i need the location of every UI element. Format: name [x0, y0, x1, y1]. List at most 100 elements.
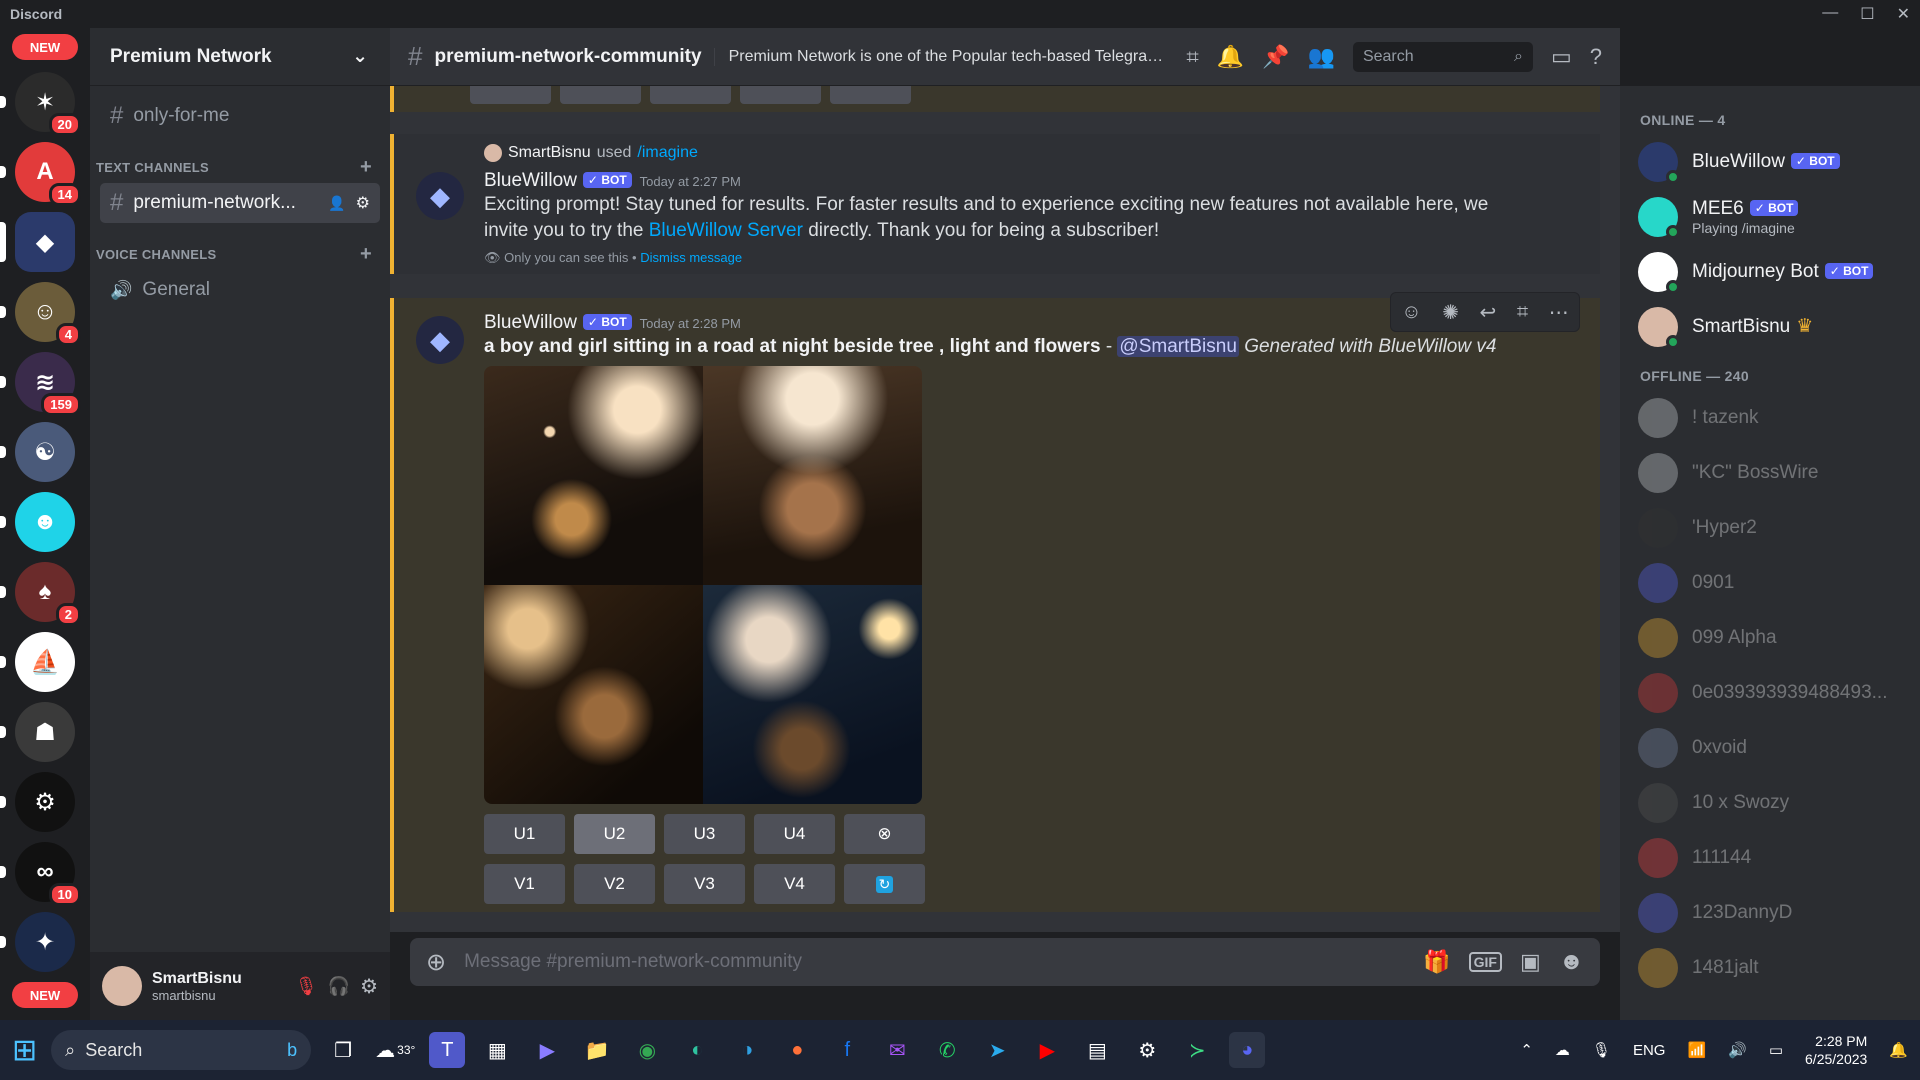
variation-button-v4[interactable]: V4 — [754, 864, 835, 904]
threads-icon[interactable]: ⌗ — [1186, 44, 1198, 70]
message-input[interactable]: Message #premium-network-community — [464, 951, 1405, 973]
server-icon-7[interactable]: ☻ — [0, 492, 75, 552]
task-view-icon[interactable]: ❐ — [325, 1032, 361, 1068]
prev-button[interactable] — [830, 86, 911, 104]
category-text-channels[interactable]: TEXT CHANNELS + — [96, 156, 372, 179]
maximize-icon[interactable]: ☐ — [1860, 4, 1874, 24]
reply-command[interactable]: /imagine — [637, 144, 697, 162]
clock[interactable]: 2:28 PM 6/25/2023 — [1805, 1032, 1867, 1068]
avatar[interactable] — [102, 966, 142, 1006]
prev-button[interactable] — [650, 86, 731, 104]
generated-image-4[interactable] — [703, 585, 922, 804]
member-item[interactable]: 111144 — [1620, 830, 1920, 885]
member-item[interactable]: SmartBisnu ♛ — [1620, 299, 1920, 354]
server-icon-6[interactable]: ☯ — [0, 422, 75, 482]
author-name[interactable]: BlueWillow — [484, 170, 577, 191]
reroll-icon[interactable]: ↻ — [844, 864, 925, 904]
window-app-icon[interactable]: ▤ — [1079, 1032, 1115, 1068]
new-badge-bottom[interactable]: NEW — [12, 982, 78, 1008]
taskbar-search[interactable]: ⌕ Search b — [51, 1030, 312, 1070]
message-composer[interactable]: ⊕ Message #premium-network-community 🎁 G… — [410, 938, 1600, 986]
voice-channel-general[interactable]: 🔊 General — [100, 270, 380, 310]
upscale-button-u1[interactable]: U1 — [484, 814, 565, 854]
category-voice-channels[interactable]: VOICE CHANNELS + — [96, 243, 372, 266]
gift-icon[interactable]: 🎁 — [1423, 949, 1450, 975]
member-item[interactable]: 0e039393939488493... — [1620, 665, 1920, 720]
microphone-icon[interactable]: 🎙 — [1592, 1041, 1611, 1059]
variation-button-v2[interactable]: V2 — [574, 864, 655, 904]
member-item[interactable]: 1481jalt — [1620, 940, 1920, 995]
server-icon-10[interactable]: ☗ — [0, 702, 75, 762]
member-item[interactable]: 0xvoid — [1620, 720, 1920, 775]
language-indicator[interactable]: ENG — [1633, 1042, 1666, 1059]
server-icon-13[interactable]: ✦ — [0, 912, 75, 972]
discord-taskbar-icon[interactable]: ◕ — [1229, 1032, 1266, 1068]
bell-icon[interactable]: 🔔 — [1217, 44, 1244, 70]
prev-button[interactable] — [470, 86, 551, 104]
add-attachment-icon[interactable]: ⊕ — [426, 948, 446, 977]
server-icon-5[interactable]: ≋ 159 — [0, 352, 81, 416]
author-name[interactable]: BlueWillow — [484, 312, 577, 333]
search-input[interactable]: Search ⌕ — [1352, 41, 1533, 72]
help-icon[interactable]: ? — [1590, 44, 1602, 70]
youtube-icon[interactable]: ▶ — [1029, 1032, 1065, 1068]
messenger-icon[interactable]: ✉ — [879, 1032, 915, 1068]
emoji-icon[interactable]: ☻ — [1559, 948, 1584, 976]
gear-icon[interactable]: ⚙ — [356, 193, 370, 213]
mic-muted-icon[interactable]: 🎙 — [295, 976, 318, 997]
server-icon-1[interactable]: ✶ 20 — [0, 72, 81, 136]
server-icon-4[interactable]: ☺ 4 — [0, 282, 81, 346]
channel-premium-network[interactable]: # premium-network... 👤 ⚙ — [100, 183, 380, 223]
wifi-icon[interactable]: 📶 — [1687, 1041, 1706, 1059]
member-item[interactable]: "KC" BossWire — [1620, 445, 1920, 500]
headphones-icon[interactable]: 🎧 — [328, 976, 350, 997]
prev-button[interactable] — [740, 86, 821, 104]
inbox-icon[interactable]: ▭ — [1551, 44, 1572, 70]
settings-icon[interactable]: ⚙ — [1129, 1032, 1165, 1068]
member-item[interactable]: 0901 — [1620, 555, 1920, 610]
sticker-icon[interactable]: ▣ — [1520, 949, 1541, 975]
member-item[interactable]: ! tazenk — [1620, 390, 1920, 445]
upscale-button-u3[interactable]: U3 — [664, 814, 745, 854]
member-item[interactable]: 099 Alpha — [1620, 610, 1920, 665]
member-item[interactable]: MEE6 ✓ BOT Playing /imagine — [1620, 189, 1920, 244]
image-grid[interactable] — [484, 366, 922, 804]
weather-icon[interactable]: ☁ 33° — [375, 1032, 415, 1068]
firefox-icon[interactable]: ● — [779, 1032, 815, 1068]
invite-icon[interactable]: 👤 — [328, 195, 345, 212]
add-channel-icon[interactable]: + — [360, 243, 372, 266]
author-avatar[interactable]: ◆ — [416, 172, 464, 220]
windows-start-icon[interactable]: ⊞ — [12, 1033, 37, 1068]
file-explorer-icon[interactable]: 📁 — [579, 1032, 615, 1068]
member-item[interactable]: 123DannyD — [1620, 885, 1920, 940]
teams-icon[interactable]: T — [429, 1032, 466, 1068]
channel-topic[interactable]: Premium Network is one of the Popular te… — [713, 47, 1174, 66]
dismiss-message-link[interactable]: Dismiss message — [640, 250, 742, 265]
bluewillow-server-icon[interactable]: ◆ — [0, 212, 75, 272]
edge-icon[interactable]: ◐ — [679, 1032, 715, 1068]
channel-only-for-me[interactable]: # only-for-me — [100, 96, 380, 136]
chevron-up-icon[interactable]: ⌃ — [1520, 1041, 1533, 1059]
server-link[interactable]: BlueWillow Server — [649, 220, 803, 241]
generated-image-2[interactable] — [703, 366, 922, 585]
terminal-icon[interactable]: ≻ — [1179, 1032, 1215, 1068]
volume-icon[interactable]: 🔊 — [1728, 1041, 1747, 1059]
member-item[interactable]: 10 x Swozy — [1620, 775, 1920, 830]
battery-icon[interactable]: ▭ — [1769, 1041, 1783, 1059]
member-list-icon[interactable]: 👥 — [1308, 44, 1335, 70]
variation-button-v3[interactable]: V3 — [664, 864, 745, 904]
new-badge-top[interactable]: NEW — [12, 34, 78, 60]
reply-user[interactable]: SmartBisnu — [508, 144, 591, 162]
midjourney-server-icon[interactable]: ⛵ — [0, 632, 75, 692]
notification-icon[interactable]: 🔔 — [1889, 1041, 1908, 1059]
telegram-icon[interactable]: ➤ — [979, 1032, 1015, 1068]
upscale-button-u2[interactable]: U2 — [574, 814, 655, 854]
bing-icon[interactable]: b — [287, 1040, 297, 1061]
remove-icon[interactable]: ⊗ — [844, 814, 925, 854]
close-icon[interactable]: ✕ — [1897, 4, 1910, 24]
prev-button[interactable] — [560, 86, 641, 104]
user-mention[interactable]: @SmartBisnu — [1117, 336, 1239, 357]
app-icon[interactable]: ▶ — [529, 1032, 565, 1068]
upscale-button-u4[interactable]: U4 — [754, 814, 835, 854]
whatsapp-icon[interactable]: ✆ — [929, 1032, 965, 1068]
